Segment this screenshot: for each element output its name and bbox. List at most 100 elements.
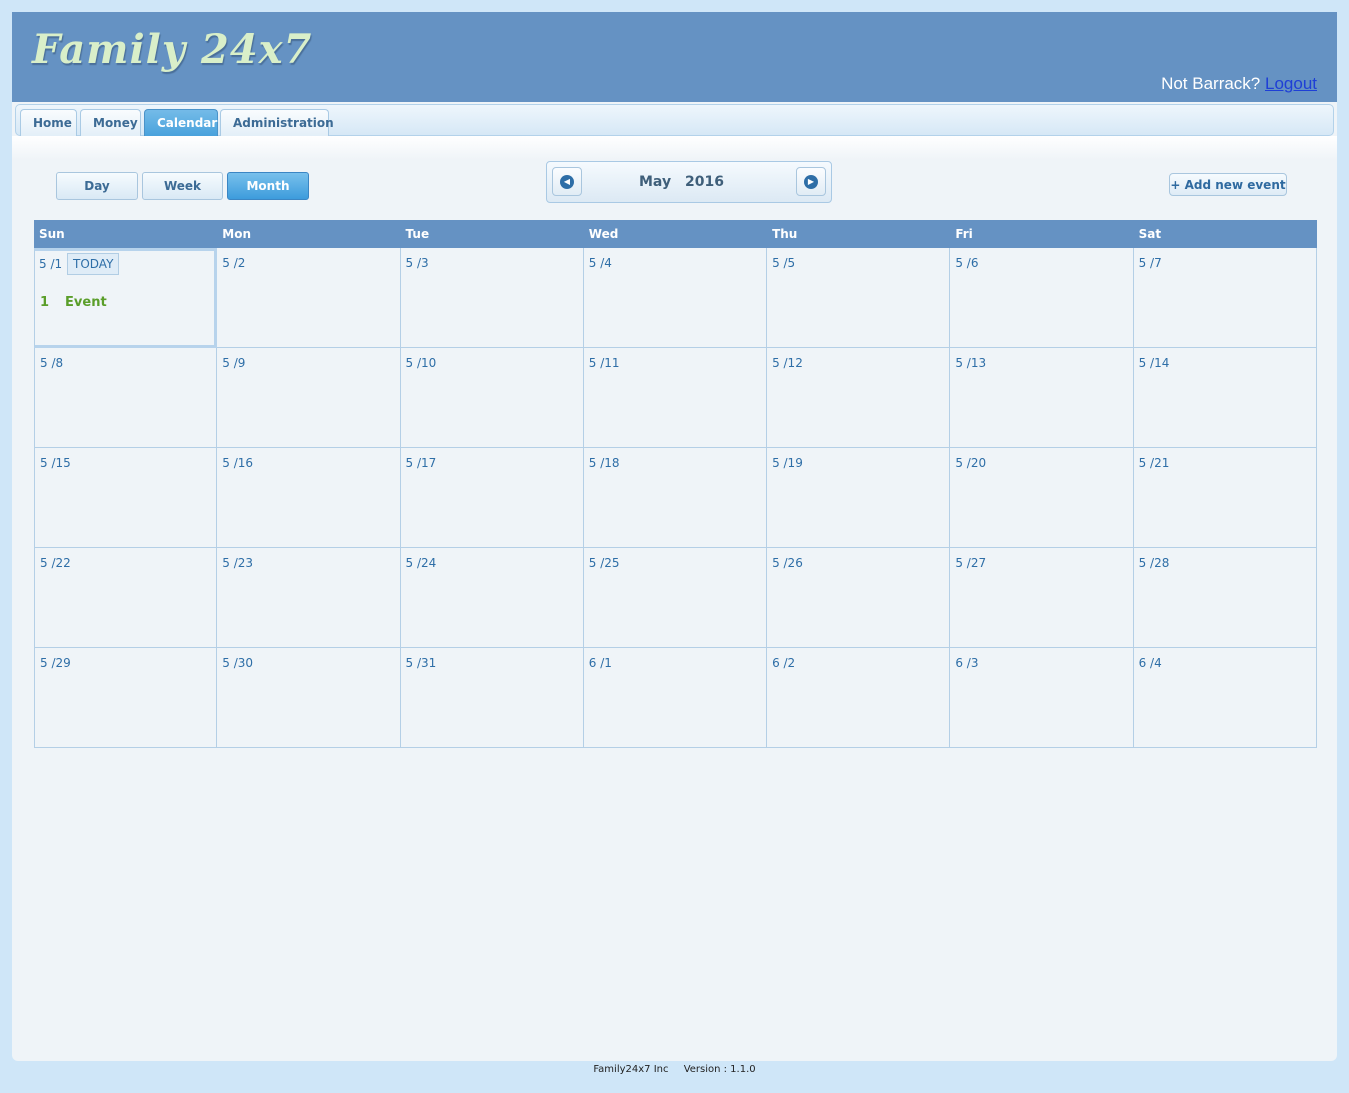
day-number: 5 /2 bbox=[222, 256, 246, 270]
event-count: 1 bbox=[40, 295, 50, 310]
day-cell[interactable]: 6 /4 bbox=[1133, 648, 1317, 748]
event-label: Event bbox=[65, 295, 107, 310]
day-cell[interactable]: 5 /24 bbox=[400, 548, 584, 648]
user-prompt: Not Barrack? bbox=[1161, 74, 1261, 93]
calendar-week: 5 /29 5 /30 5 /31 6 /1 6 /2 6 /3 6 /4 bbox=[34, 648, 1317, 748]
day-number: 5 /6 bbox=[955, 256, 979, 270]
day-number: 5 /17 bbox=[405, 456, 437, 470]
day-cell[interactable]: 5 /7 bbox=[1133, 248, 1317, 348]
month-navigator: ◀ May 2016 ▶ bbox=[546, 161, 832, 203]
day-number: 5 /26 bbox=[772, 556, 803, 570]
weekday-header: Sun Mon Tue Wed Thu Fri Sat bbox=[34, 220, 1317, 248]
footer-version: Version : 1.1.0 bbox=[683, 1064, 756, 1075]
app-header: Family 24x7 Not Barrack? Logout bbox=[12, 12, 1337, 102]
day-number: 5 /15 bbox=[40, 456, 71, 470]
day-number: 5 /27 bbox=[955, 556, 987, 570]
day-number: 5 /7 bbox=[1138, 256, 1162, 270]
day-cell[interactable]: 5 /2 bbox=[217, 248, 401, 348]
day-number: 5 /12 bbox=[772, 356, 803, 370]
day-number: 5 /3 bbox=[405, 256, 429, 270]
day-number: 5 /22 bbox=[40, 556, 71, 570]
user-area: Not Barrack? Logout bbox=[1161, 74, 1317, 94]
day-number: 6 /1 bbox=[588, 656, 612, 670]
day-number: 5 /23 bbox=[222, 556, 254, 570]
app-logo: Family 24x7 bbox=[32, 26, 313, 73]
day-cell[interactable]: 5 /19 bbox=[767, 448, 951, 548]
day-cell[interactable]: 5 /14 bbox=[1133, 348, 1317, 448]
weekday-sun: Sun bbox=[39, 227, 65, 241]
day-cell[interactable]: 5 /20 bbox=[950, 448, 1134, 548]
current-month: May bbox=[639, 174, 672, 190]
next-month-button[interactable]: ▶ bbox=[796, 167, 826, 196]
tab-administration[interactable]: Administration bbox=[220, 109, 334, 136]
day-cell-today[interactable]: 5 /1 TODAY 1 Event bbox=[34, 248, 218, 348]
day-cell[interactable]: 5 /27 bbox=[950, 548, 1134, 648]
day-cell[interactable]: 5 /26 bbox=[767, 548, 951, 648]
day-number: 6 /2 bbox=[772, 656, 796, 670]
month-calendar: Sun Mon Tue Wed Thu Fri Sat 5 /1 TODAY 1… bbox=[34, 220, 1317, 748]
view-month-button[interactable]: Month bbox=[227, 172, 309, 200]
day-number: 5 /11 bbox=[588, 356, 620, 370]
day-number: 5 /16 bbox=[222, 456, 254, 470]
weekday-fri: Fri bbox=[955, 227, 973, 241]
day-number: 5 /25 bbox=[588, 556, 620, 570]
day-cell[interactable]: 5 /8 bbox=[34, 348, 218, 448]
nav-divider bbox=[12, 136, 1337, 160]
day-number: 5 /20 bbox=[955, 456, 987, 470]
chevron-left-icon: ◀ bbox=[560, 175, 574, 189]
day-number: 5 /18 bbox=[588, 456, 620, 470]
day-cell[interactable]: 5 /18 bbox=[583, 448, 768, 548]
weekday-mon: Mon bbox=[222, 227, 251, 241]
day-cell[interactable]: 6 /3 bbox=[950, 648, 1134, 748]
day-number: 5 /30 bbox=[222, 656, 254, 670]
day-number: 5 /8 bbox=[40, 356, 64, 370]
day-cell[interactable]: 5 /5 bbox=[767, 248, 951, 348]
logout-link[interactable]: Logout bbox=[1265, 74, 1317, 93]
view-day-button[interactable]: Day bbox=[56, 172, 138, 200]
day-number: 5 /10 bbox=[405, 356, 437, 370]
event-entry[interactable]: 1 Event bbox=[40, 295, 107, 310]
day-cell[interactable]: 5 /4 bbox=[583, 248, 768, 348]
footer-company: Family24x7 Inc bbox=[593, 1064, 669, 1075]
calendar-week: 5 /1 TODAY 1 Event 5 /2 5 /3 5 /4 5 /5 5 … bbox=[34, 248, 1317, 348]
day-cell[interactable]: 5 /9 bbox=[217, 348, 401, 448]
day-cell[interactable]: 5 /13 bbox=[950, 348, 1134, 448]
day-cell[interactable]: 5 /28 bbox=[1133, 548, 1317, 648]
day-cell[interactable]: 5 /23 bbox=[217, 548, 401, 648]
weekday-sat: Sat bbox=[1138, 227, 1162, 241]
day-cell[interactable]: 5 /29 bbox=[34, 648, 218, 748]
tab-calendar[interactable]: Calendar bbox=[144, 109, 218, 136]
day-number: 6 /3 bbox=[955, 656, 979, 670]
day-cell[interactable]: 6 /1 bbox=[583, 648, 768, 748]
day-number: 5 /29 bbox=[40, 656, 71, 670]
tab-money[interactable]: Money bbox=[80, 109, 141, 136]
day-number: 5 /9 bbox=[222, 356, 246, 370]
day-cell[interactable]: 5 /3 bbox=[400, 248, 584, 348]
day-cell[interactable]: 5 /10 bbox=[400, 348, 584, 448]
day-cell[interactable]: 5 /16 bbox=[217, 448, 401, 548]
calendar-week: 5 /15 5 /16 5 /17 5 /18 5 /19 5 /20 5 /2… bbox=[34, 448, 1317, 548]
day-cell[interactable]: 5 /15 bbox=[34, 448, 218, 548]
day-number: 5 /28 bbox=[1138, 556, 1170, 570]
view-week-button[interactable]: Week bbox=[142, 172, 223, 200]
day-cell[interactable]: 6 /2 bbox=[767, 648, 951, 748]
page-container: Family 24x7 Not Barrack? Logout Home Mon… bbox=[12, 12, 1337, 1061]
day-number: 5 /21 bbox=[1138, 456, 1170, 470]
today-badge: TODAY bbox=[67, 253, 120, 275]
day-cell[interactable]: 5 /31 bbox=[400, 648, 584, 748]
day-cell[interactable]: 5 /6 bbox=[950, 248, 1134, 348]
day-number: 5 /4 bbox=[588, 256, 612, 270]
tab-home[interactable]: Home bbox=[20, 109, 77, 136]
page-footer: Family24x7 Inc Version : 1.1.0 bbox=[0, 1064, 1349, 1075]
main-nav: Home Money Calendar Administration bbox=[15, 104, 1334, 136]
day-cell[interactable]: 5 /12 bbox=[767, 348, 951, 448]
day-cell[interactable]: 5 /22 bbox=[34, 548, 218, 648]
day-cell[interactable]: 5 /30 bbox=[217, 648, 401, 748]
day-cell[interactable]: 5 /21 bbox=[1133, 448, 1317, 548]
day-cell[interactable]: 5 /17 bbox=[400, 448, 584, 548]
prev-month-button[interactable]: ◀ bbox=[552, 167, 582, 196]
day-cell[interactable]: 5 /25 bbox=[583, 548, 768, 648]
day-number: 6 /4 bbox=[1138, 656, 1162, 670]
day-cell[interactable]: 5 /11 bbox=[583, 348, 768, 448]
add-event-button[interactable]: + Add new event bbox=[1169, 173, 1287, 196]
